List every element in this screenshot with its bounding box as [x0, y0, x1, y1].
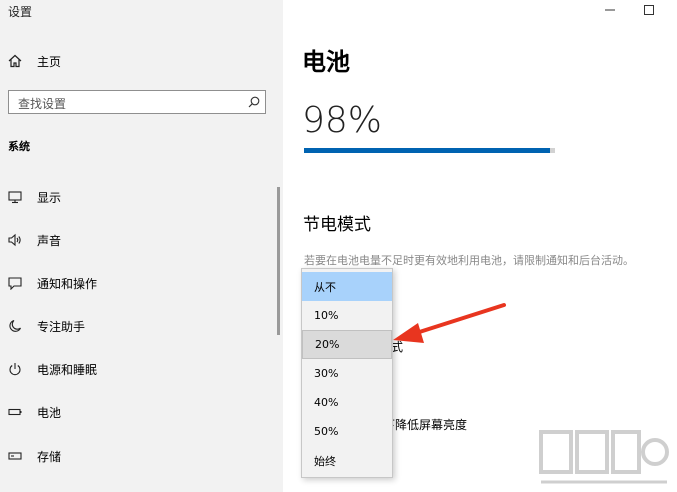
- sidebar-item-label: 声音: [37, 233, 62, 248]
- dropdown-option-always[interactable]: 始终: [302, 446, 392, 475]
- sidebar-item-power-sleep[interactable]: 电源和睡眠: [8, 359, 97, 379]
- notification-icon: [8, 277, 22, 290]
- sidebar-item-label: 电源和睡眠: [37, 362, 98, 377]
- maximize-button[interactable]: [638, 0, 660, 20]
- dropdown-option-20[interactable]: 20%: [302, 330, 392, 359]
- section-heading-system: 系统: [8, 140, 30, 153]
- battery-percentage: 98%: [302, 100, 383, 141]
- sidebar-item-label: 专注助手: [37, 319, 86, 334]
- speaker-icon: [8, 233, 21, 247]
- maximize-icon: [644, 5, 654, 15]
- dropdown-option-never[interactable]: 从不: [302, 272, 392, 301]
- settings-sidebar: 设置 主页 查找设置 系统 显示 声音 通知和操作 专注助手 电源和睡眠 电池 …: [0, 0, 283, 492]
- search-placeholder: 查找设置: [18, 97, 67, 111]
- home-nav-item[interactable]: 主页: [8, 52, 61, 70]
- sidebar-item-display[interactable]: 显示: [8, 187, 61, 207]
- brightness-setting-label-partial[interactable]: 下降低屏幕亮度: [383, 416, 467, 433]
- search-input[interactable]: 查找设置: [8, 90, 266, 114]
- battery-saver-threshold-dropdown[interactable]: 从不 10% 20% 30% 40% 50% 始终: [301, 268, 393, 478]
- watermark-logo: [539, 430, 669, 484]
- dropdown-option-50[interactable]: 50%: [302, 417, 392, 446]
- storage-icon: [8, 452, 22, 460]
- dropdown-option-30[interactable]: 30%: [302, 359, 392, 388]
- battery-saver-description: 若要在电池电量不足时更有效地利用电池，请限制通知和后台活动。: [304, 254, 634, 267]
- moon-icon: [9, 319, 22, 332]
- sidebar-item-notifications[interactable]: 通知和操作: [8, 273, 97, 293]
- sidebar-item-label: 电池: [37, 405, 62, 420]
- minimize-button[interactable]: [599, 0, 621, 20]
- battery-level-bar: [304, 148, 555, 153]
- monitor-icon: [8, 191, 22, 204]
- home-label: 主页: [37, 54, 62, 69]
- dropdown-option-40[interactable]: 40%: [302, 388, 392, 417]
- sidebar-scrollbar[interactable]: [277, 187, 280, 335]
- battery-level-fill: [304, 148, 550, 153]
- minimize-icon: [605, 9, 615, 11]
- sidebar-item-label: 显示: [37, 190, 62, 205]
- sidebar-item-label: 存储: [37, 449, 62, 464]
- dropdown-option-10[interactable]: 10%: [302, 301, 392, 330]
- home-icon: [8, 54, 22, 68]
- sidebar-item-battery[interactable]: 电池: [8, 402, 61, 422]
- battery-icon: [8, 408, 22, 416]
- search-icon: [248, 96, 260, 108]
- window-title: 设置: [8, 5, 33, 19]
- sidebar-item-sound[interactable]: 声音: [8, 230, 61, 250]
- page-title: 电池: [302, 48, 350, 76]
- sidebar-item-label: 通知和操作: [37, 276, 98, 291]
- battery-saver-heading: 节电模式: [303, 215, 371, 235]
- sidebar-item-storage[interactable]: 存储: [8, 446, 61, 466]
- power-icon: [9, 363, 21, 376]
- sidebar-item-focus-assist[interactable]: 专注助手: [8, 316, 85, 336]
